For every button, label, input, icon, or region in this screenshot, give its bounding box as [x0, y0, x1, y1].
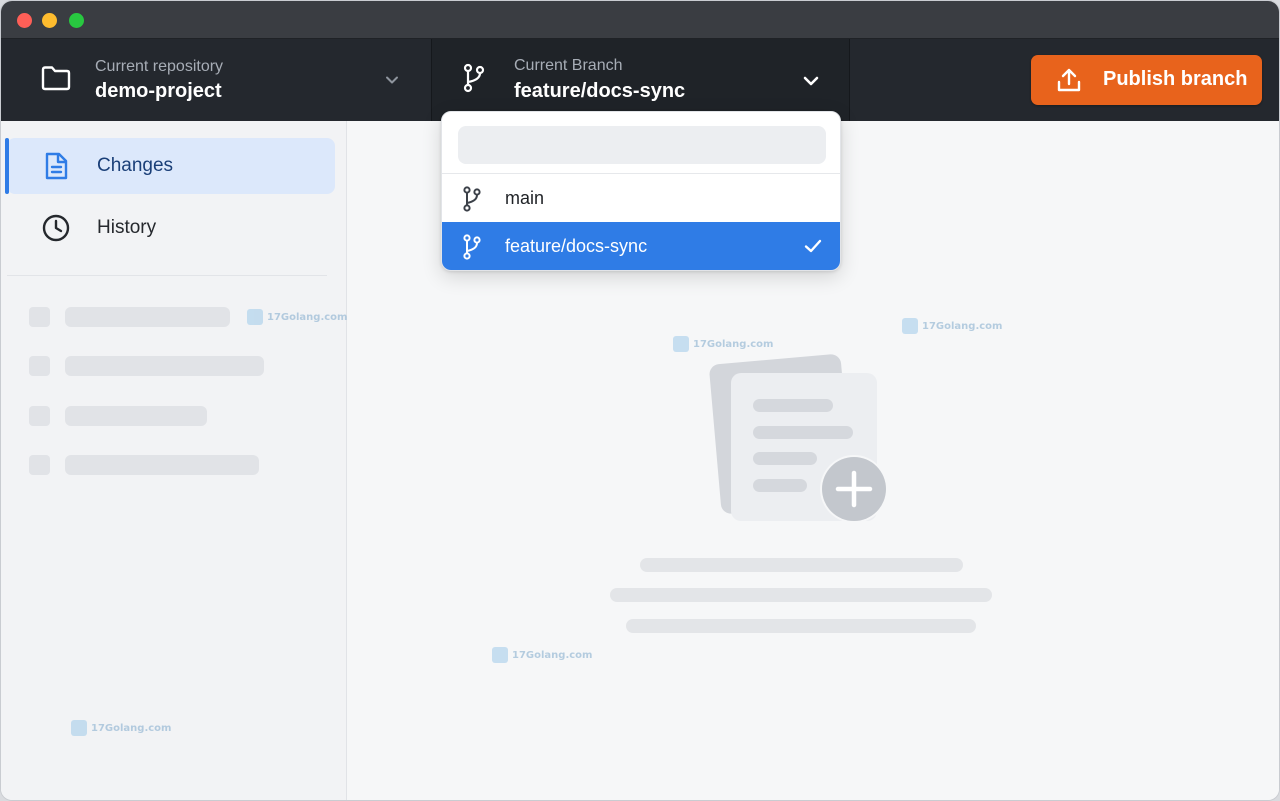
- git-branch-icon: [462, 234, 482, 265]
- publish-branch-label: Publish branch: [1103, 68, 1248, 90]
- sidebar-item-label: History: [97, 217, 157, 238]
- close-window-button[interactable]: [17, 13, 32, 28]
- git-branch-icon: [462, 186, 482, 217]
- chevron-down-icon: [384, 72, 400, 93]
- branch-filter-input[interactable]: [458, 126, 826, 164]
- repository-name: demo-project: [95, 80, 222, 102]
- git-branch-icon: [462, 63, 486, 98]
- watermark: 17Golang.com: [247, 309, 347, 325]
- title-bar: [1, 1, 1279, 39]
- branch-option-main[interactable]: main: [442, 174, 840, 223]
- watermark-logo-icon: [492, 647, 508, 663]
- minimize-window-button[interactable]: [42, 13, 57, 28]
- sidebar: Changes History: [1, 121, 347, 800]
- publish-branch-button[interactable]: Publish branch: [1031, 55, 1262, 105]
- skeleton-checkbox: [29, 455, 50, 475]
- repository-caption: Current repository: [95, 58, 224, 75]
- watermark: 17Golang.com: [902, 318, 1002, 334]
- watermark-logo-icon: [247, 309, 263, 325]
- sidebar-divider: [7, 275, 327, 276]
- skeleton-checkbox: [29, 406, 50, 426]
- zoom-window-button[interactable]: [69, 13, 84, 28]
- branch-selector[interactable]: Current Branch feature/docs-sync: [432, 39, 850, 121]
- sidebar-item-changes[interactable]: Changes: [5, 138, 335, 194]
- skeleton-checkbox: [29, 307, 50, 327]
- skeleton-text: [640, 558, 963, 572]
- watermark: 17Golang.com: [71, 720, 171, 736]
- skeleton-text: [65, 307, 230, 327]
- skeleton-checkbox: [29, 356, 50, 376]
- clock-icon: [41, 213, 71, 248]
- sidebar-item-label: Changes: [97, 155, 174, 176]
- document-icon: [41, 151, 71, 186]
- skeleton-text: [610, 588, 992, 602]
- branch-option-label: feature/docs-sync: [505, 236, 648, 256]
- checkmark-icon: [804, 238, 822, 259]
- sidebar-item-history[interactable]: History: [7, 200, 335, 256]
- watermark: 17Golang.com: [492, 647, 592, 663]
- branch-caption: Current Branch: [514, 57, 623, 74]
- branch-option-label: main: [505, 188, 545, 208]
- folder-icon: [41, 65, 71, 96]
- app-window: Current repository demo-project Current …: [0, 0, 1280, 801]
- toolbar: Current repository demo-project Current …: [1, 39, 1279, 121]
- chevron-down-icon: [802, 72, 820, 95]
- watermark-logo-icon: [902, 318, 918, 334]
- branch-name: feature/docs-sync: [514, 80, 686, 102]
- skeleton-text: [626, 619, 976, 633]
- watermark-logo-icon: [71, 720, 87, 736]
- skeleton-text: [65, 356, 264, 376]
- skeleton-text: [65, 406, 207, 426]
- skeleton-text: [65, 455, 259, 475]
- repository-selector[interactable]: Current repository demo-project: [1, 39, 432, 121]
- watermark: 17Golang.com: [673, 336, 773, 352]
- branch-option-feature-docs-sync[interactable]: feature/docs-sync: [442, 222, 840, 270]
- empty-state-illustration: [707, 351, 897, 526]
- watermark-logo-icon: [673, 336, 689, 352]
- branch-dropdown: main feature/docs-sync: [441, 111, 841, 271]
- upload-icon: [1056, 67, 1082, 96]
